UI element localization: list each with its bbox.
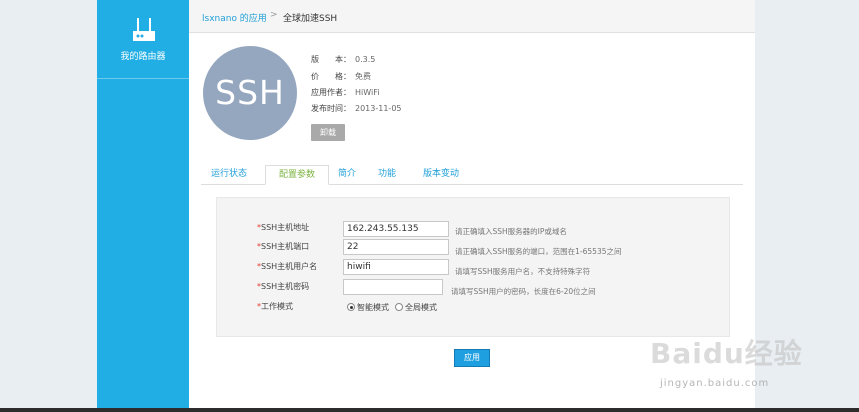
date-value: 2013-11-05: [355, 104, 402, 113]
price-value: 免费: [355, 72, 371, 81]
host-hint: 请正确填入SSH服务器的IP或域名: [455, 227, 567, 236]
mode-smart-option[interactable]: 智能模式: [347, 302, 389, 313]
port-hint: 请正确填入SSH服务的端口，范围在1-65535之间: [455, 247, 622, 256]
sidebar-item-my-router[interactable]: 我的路由器: [97, 49, 189, 62]
author-value: HiWiFi: [355, 88, 380, 97]
router-icon[interactable]: [129, 14, 159, 44]
apply-button[interactable]: 应用: [454, 349, 490, 367]
mode-smart-label: 智能模式: [357, 303, 389, 312]
tab-intro[interactable]: 简介: [331, 165, 363, 185]
watermark-text: Baidu经验: [650, 337, 803, 370]
tab-status[interactable]: 运行状态: [201, 165, 257, 185]
port-label: *SSH主机端口: [257, 242, 310, 251]
radio-unchecked-icon[interactable]: [395, 303, 403, 311]
mode-label: *工作模式: [257, 302, 293, 311]
price-label: 价 格：: [311, 72, 351, 81]
watermark: Baidu经验 jingyan.baidu.com: [650, 320, 835, 400]
mode-global-label: 全局模式: [405, 303, 437, 312]
sidebar-divider: [97, 78, 189, 79]
tab-features[interactable]: 功能: [371, 165, 403, 185]
taskbar-edge: [0, 408, 859, 412]
tab-config[interactable]: 配置参数: [265, 165, 329, 185]
breadcrumb-separator-icon: >: [270, 10, 278, 20]
host-label: *SSH主机地址: [257, 223, 310, 232]
user-input[interactable]: [343, 259, 449, 275]
date-row: 发布时间： 2013-11-05: [311, 103, 402, 114]
pass-label: *SSH主机密码: [257, 282, 310, 291]
config-form: *SSH主机地址 请正确填入SSH服务器的IP或域名 *SSH主机端口 请正确填…: [216, 197, 730, 337]
author-row: 应用作者： HiWiFi: [311, 87, 379, 98]
uninstall-button[interactable]: 卸载: [311, 124, 345, 141]
tab-changelog[interactable]: 版本变动: [411, 165, 471, 185]
sidebar: 我的路由器: [97, 0, 189, 412]
breadcrumb-home-link[interactable]: lsxnano 的应用: [202, 11, 267, 24]
app-logo: SSH: [203, 46, 297, 140]
version-label: 版 本：: [311, 55, 351, 64]
tab-bar: 运行状态 配置参数 简介 功能 版本变动: [201, 165, 743, 185]
mode-global-option[interactable]: 全局模式: [395, 302, 437, 313]
port-input[interactable]: [343, 239, 449, 255]
watermark-url: jingyan.baidu.com: [660, 378, 770, 389]
price-row: 价 格： 免费: [311, 71, 371, 82]
version-value: 0.3.5: [355, 55, 376, 64]
user-label: *SSH主机用户名: [257, 262, 318, 271]
radio-checked-icon[interactable]: [347, 303, 355, 311]
pass-input[interactable]: [343, 279, 443, 295]
version-row: 版 本： 0.3.5: [311, 54, 375, 65]
user-hint: 请填写SSH服务用户名，不支持特殊字符: [455, 267, 591, 276]
date-label: 发布时间：: [311, 104, 351, 113]
author-label: 应用作者：: [311, 88, 351, 97]
breadcrumb: lsxnano 的应用 > 全球加速SSH: [189, 0, 755, 33]
pass-hint: 请填写SSH用户的密码，长度在6-20位之间: [451, 287, 596, 296]
host-input[interactable]: [343, 221, 449, 237]
breadcrumb-current: 全球加速SSH: [283, 14, 338, 24]
